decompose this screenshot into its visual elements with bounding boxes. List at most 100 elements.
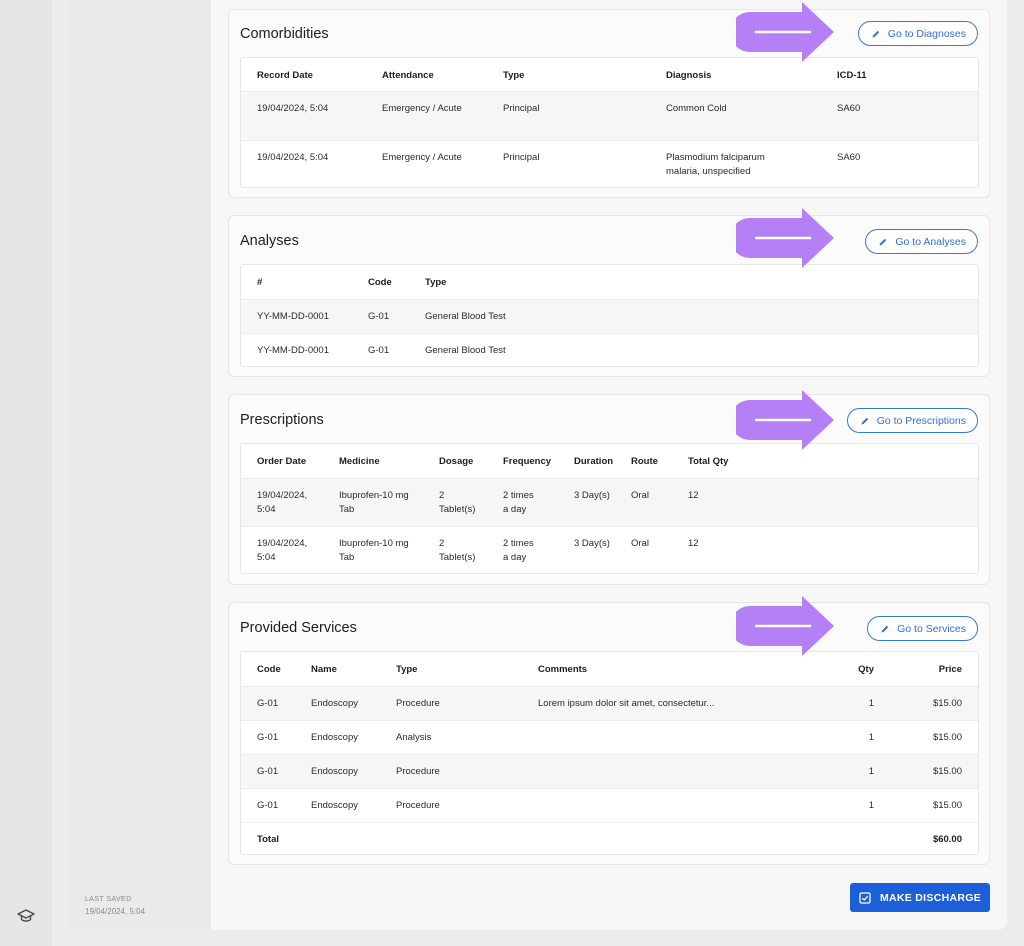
column-header: Medicine (339, 456, 380, 467)
route: Oral (631, 490, 649, 501)
column-header: Dosage (439, 456, 474, 467)
service-qty: 1 (868, 698, 874, 709)
order-date: 19/04/2024, (257, 490, 308, 501)
analysis-type: General Blood Test (425, 345, 506, 356)
service-qty: 1 (868, 766, 874, 777)
frequency-period: a day (503, 552, 527, 563)
service-code: G-01 (257, 800, 279, 811)
table-row[interactable]: 19/04/2024, 5:04 Emergency / Acute Princ… (241, 91, 978, 140)
service-type: Procedure (396, 698, 440, 709)
attendance: Emergency / Acute (382, 103, 462, 114)
column-header: Type (425, 277, 447, 288)
medicine: Ibuprofen-10 mg (339, 538, 409, 549)
services-table: Code Name Type Comments Qty Price G-01 E… (240, 651, 979, 855)
order-time: 5:04 (257, 552, 276, 563)
route: Oral (631, 538, 649, 549)
service-code: G-01 (257, 766, 279, 777)
column-header: Route (631, 456, 658, 467)
table-row[interactable]: 19/04/2024, 5:04 Emergency / Acute Princ… (241, 140, 978, 187)
icd-code: SA60 (837, 152, 861, 163)
column-header: Price (938, 664, 962, 675)
pencil-icon (861, 417, 868, 424)
total-qty: 12 (688, 490, 699, 501)
go-to-prescriptions-label: Go to Prescriptions (876, 414, 966, 427)
diagnosis: Plasmodium falciparum (666, 152, 765, 163)
table-row[interactable]: 19/04/2024, 5:04 Ibuprofen-10 mg Tab 2 T… (241, 526, 978, 573)
duration: 3 Day(s) (574, 538, 610, 549)
column-header: Code (368, 277, 392, 288)
table-row[interactable]: YY-MM-DD-0001 G-01 General Blood Test (241, 299, 978, 333)
go-to-services-label: Go to Services (897, 622, 966, 635)
table-row[interactable]: G-01 Endoscopy Procedure Lorem ipsum dol… (241, 686, 978, 720)
total-qty: 12 (688, 538, 699, 549)
pencil-icon (879, 238, 887, 245)
side-panel: LAST SAVED 19/04/2024, 5:04 (68, 0, 211, 930)
prescriptions-title: Prescriptions (240, 412, 324, 428)
service-price: $15.00 (932, 766, 962, 777)
service-qty: 1 (868, 800, 874, 811)
comorbidities-title: Comorbidities (240, 26, 329, 42)
service-type: Procedure (396, 800, 440, 811)
service-comments: Lorem ipsum dolor sit amet, consectetur.… (538, 698, 715, 709)
main-content: Comorbidities Go to Diagnoses Record Dat… (211, 0, 1007, 930)
dosage-unit: Tablet(s) (439, 504, 476, 515)
total-value: $60.00 (932, 834, 962, 845)
go-to-analyses-button[interactable]: Go to Analyses (865, 229, 978, 254)
pencil-icon (881, 625, 889, 632)
column-header: Record Date (257, 70, 313, 81)
go-to-prescriptions-button[interactable]: Go to Prescriptions (846, 408, 978, 433)
analyses-title: Analyses (240, 233, 299, 249)
comorbidities-table: Record Date Attendance Type Diagnosis IC… (240, 57, 979, 188)
service-name: Endoscopy (311, 698, 359, 709)
service-type: Analysis (396, 732, 432, 743)
medicine-form: Tab (339, 552, 355, 563)
column-header: Type (396, 664, 418, 675)
checkbox-icon (859, 891, 871, 904)
service-code: G-01 (257, 698, 279, 709)
services-card: Provided Services Go to Services Code Na… (228, 602, 990, 865)
analysis-number: YY-MM-DD-0001 (257, 311, 329, 322)
dosage-unit: Tablet(s) (439, 552, 476, 563)
medicine: Ibuprofen-10 mg (339, 490, 409, 501)
analysis-code: G-01 (368, 345, 390, 356)
service-name: Endoscopy (311, 766, 359, 777)
table-row[interactable]: G-01 Endoscopy Procedure 1 $15.00 (241, 788, 978, 822)
service-name: Endoscopy (311, 800, 359, 811)
services-title: Provided Services (240, 620, 357, 636)
prescriptions-table: Order Date Medicine Dosage Frequency Dur… (240, 443, 979, 574)
frequency-period: a day (503, 504, 527, 515)
service-name: Endoscopy (311, 732, 359, 743)
analysis-type: General Blood Test (425, 311, 506, 322)
duration: 3 Day(s) (574, 490, 610, 501)
column-header: Total Qty (688, 456, 729, 467)
go-to-diagnoses-button[interactable]: Go to Diagnoses (857, 21, 978, 46)
icd-code: SA60 (837, 103, 861, 114)
order-time: 5:04 (257, 504, 276, 515)
service-price: $15.00 (932, 800, 962, 811)
service-price: $15.00 (932, 732, 962, 743)
service-code: G-01 (257, 732, 279, 743)
make-discharge-label: MAKE DISCHARGE (879, 891, 982, 904)
make-discharge-button[interactable]: MAKE DISCHARGE (850, 883, 990, 912)
column-header: Frequency (503, 456, 552, 467)
table-row[interactable]: YY-MM-DD-0001 G-01 General Blood Test (241, 333, 978, 366)
comorbidities-card: Comorbidities Go to Diagnoses Record Dat… (228, 9, 990, 198)
dosage: 2 (439, 538, 445, 549)
column-header: Name (311, 664, 337, 675)
table-row[interactable]: G-01 Endoscopy Procedure 1 $15.00 (241, 754, 978, 788)
column-header: # (257, 277, 263, 288)
go-to-services-button[interactable]: Go to Services (867, 616, 978, 641)
graduation-cap-icon[interactable] (17, 909, 35, 923)
last-saved-label: LAST SAVED (85, 896, 132, 903)
annotation-arrow-icon (736, 2, 834, 62)
analysis-number: YY-MM-DD-0001 (257, 345, 329, 356)
diagnosis-line-2: malaria, unspecified (666, 166, 751, 177)
column-header: Diagnosis (666, 70, 712, 81)
annotation-arrow-icon (736, 596, 834, 656)
go-to-diagnoses-label: Go to Diagnoses (887, 27, 966, 40)
total-label: Total (257, 834, 279, 845)
column-header: Qty (858, 664, 874, 675)
left-rail (0, 0, 52, 946)
table-row[interactable]: G-01 Endoscopy Analysis 1 $15.00 (241, 720, 978, 754)
table-row[interactable]: 19/04/2024, 5:04 Ibuprofen-10 mg Tab 2 T… (241, 478, 978, 526)
